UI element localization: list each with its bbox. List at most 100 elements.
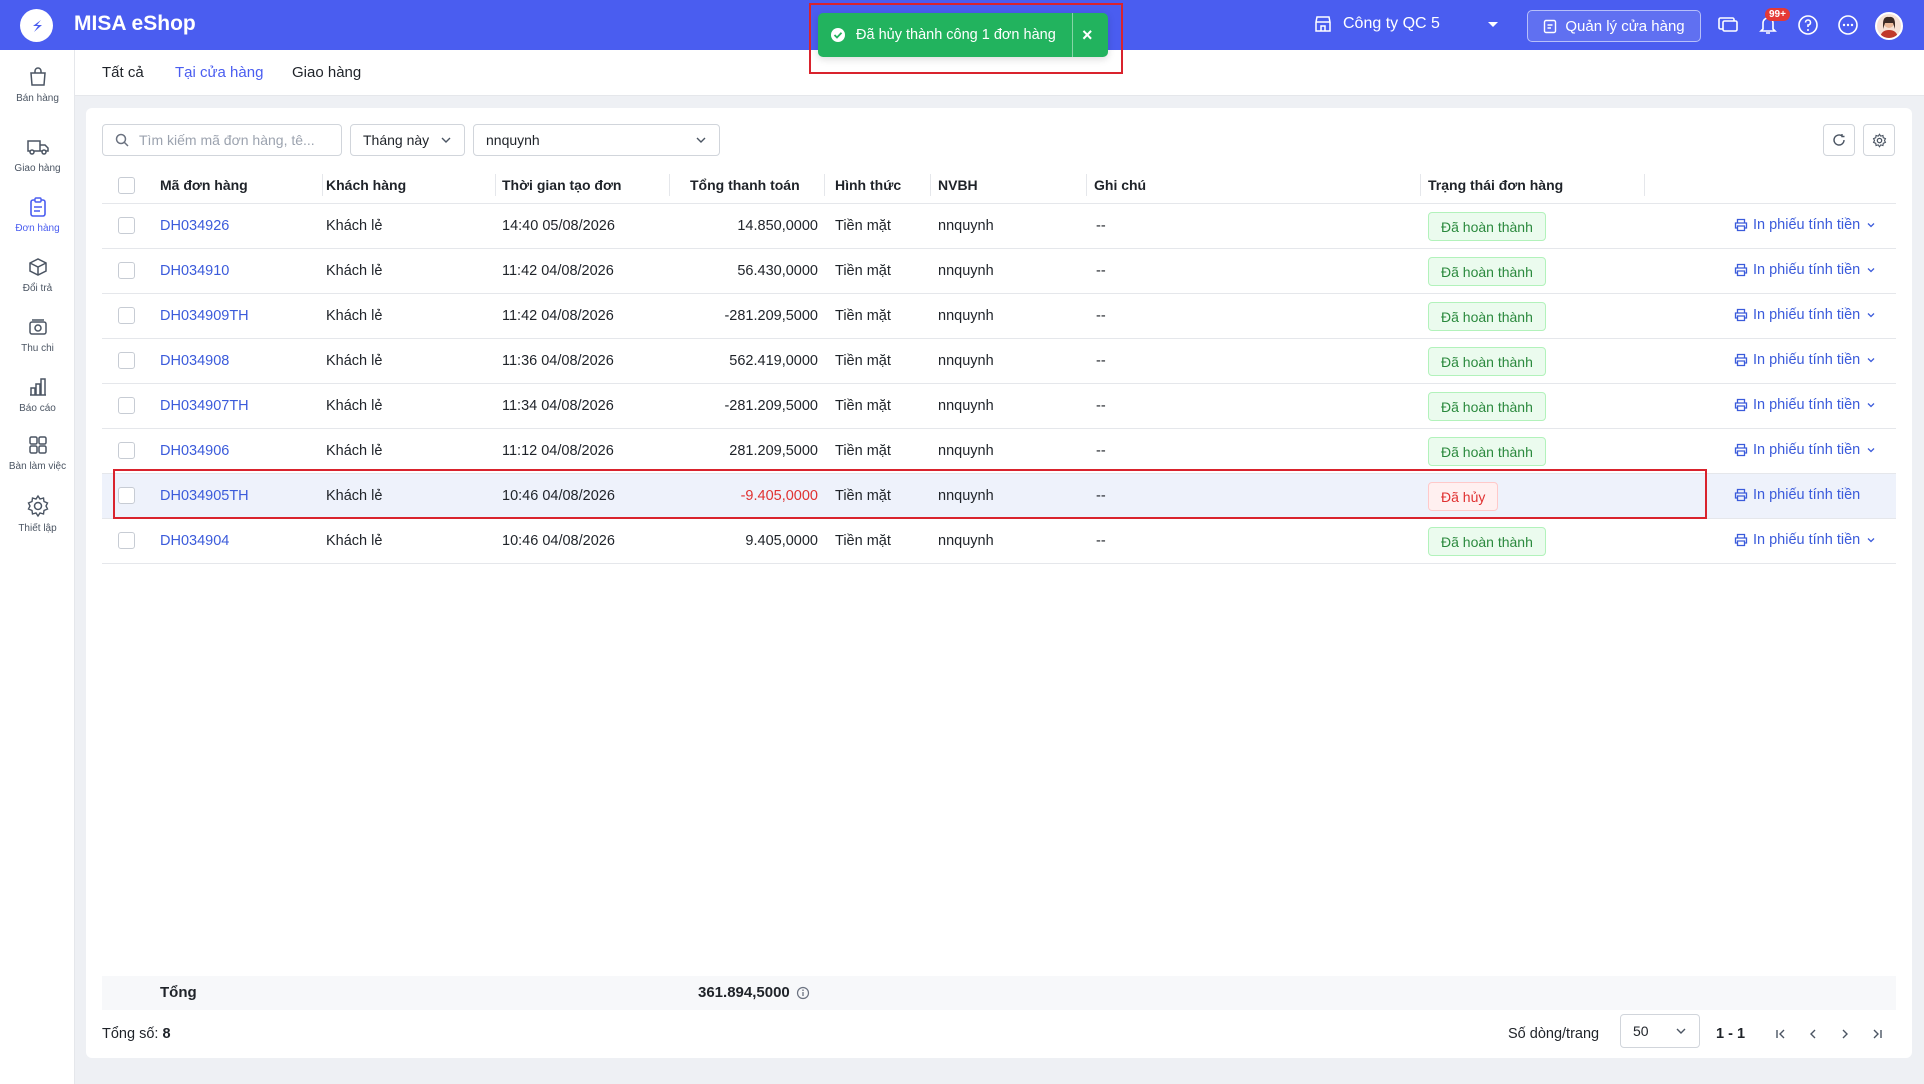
search-input[interactable] — [139, 132, 329, 148]
order-code-link[interactable]: DH034910 — [160, 263, 229, 279]
store-selector[interactable]: Công ty QC 5 — [1313, 14, 1501, 34]
device-icon[interactable] — [1717, 14, 1739, 36]
chevron-down-icon — [696, 137, 706, 143]
time-cell: 14:40 05/08/2026 — [502, 218, 615, 234]
column-header[interactable]: Mã đơn hàng — [160, 177, 248, 193]
prev-page-icon[interactable] — [1806, 1027, 1820, 1041]
row-checkbox[interactable] — [118, 262, 135, 279]
first-page-icon[interactable] — [1774, 1027, 1788, 1041]
time-cell: 10:46 04/08/2026 — [502, 488, 615, 504]
tab-in-store[interactable]: Tại cửa hàng — [175, 64, 263, 81]
order-code-link[interactable]: DH034909TH — [160, 308, 249, 324]
period-select[interactable]: Tháng này — [350, 124, 465, 156]
print-receipt-button[interactable]: In phiếu tính tiền — [1734, 307, 1877, 323]
column-divider — [930, 174, 931, 196]
table-row[interactable]: DH034906 Khách lẻ 11:12 04/08/2026 281.2… — [102, 429, 1896, 474]
customer-cell: Khách lẻ — [326, 443, 383, 459]
select-all-checkbox[interactable] — [118, 177, 135, 194]
sidebar-item-reports[interactable]: Báo cáo — [0, 376, 75, 414]
chevron-down-icon[interactable] — [1865, 399, 1877, 411]
print-receipt-button[interactable]: In phiếu tính tiền — [1734, 262, 1877, 278]
total-cell: 9.405,0000 — [745, 533, 818, 549]
print-receipt-button[interactable]: In phiếu tính tiền — [1734, 217, 1877, 233]
column-header[interactable]: Trạng thái đơn hàng — [1428, 177, 1563, 193]
table-row[interactable]: DH034907TH Khách lẻ 11:34 04/08/2026 -28… — [102, 384, 1896, 429]
chevron-down-icon[interactable] — [1865, 444, 1877, 456]
sidebar-item-orders[interactable]: Đơn hàng — [0, 196, 75, 234]
customer-cell: Khách lẻ — [326, 308, 383, 324]
printer-icon — [1734, 218, 1748, 232]
refresh-button[interactable] — [1823, 124, 1855, 156]
column-header[interactable]: Khách hàng — [326, 177, 406, 193]
rows-per-page-select[interactable]: 50 — [1620, 1014, 1700, 1048]
table-row[interactable]: DH034908 Khách lẻ 11:36 04/08/2026 562.4… — [102, 339, 1896, 384]
order-code-link[interactable]: DH034906 — [160, 443, 229, 459]
more-icon[interactable] — [1837, 14, 1859, 36]
sidebar-item-label: Đổi trả — [22, 283, 53, 294]
table-row[interactable]: DH034904 Khách lẻ 10:46 04/08/2026 9.405… — [102, 519, 1896, 564]
tab-all[interactable]: Tất cả — [102, 64, 144, 81]
last-page-icon[interactable] — [1870, 1027, 1884, 1041]
column-divider — [669, 174, 670, 196]
employee-select[interactable]: nnquynh — [473, 124, 720, 156]
chevron-down-icon[interactable] — [1865, 534, 1877, 546]
chevron-down-icon[interactable] — [1865, 354, 1877, 366]
sidebar-item-sales[interactable]: Bán hàng — [0, 66, 75, 104]
sidebar-item-delivery[interactable]: Giao hàng — [0, 136, 75, 174]
order-code-link[interactable]: DH034926 — [160, 218, 229, 234]
print-receipt-button[interactable]: In phiếu tính tiền — [1734, 442, 1877, 458]
shopping-bag-icon — [29, 67, 46, 86]
print-receipt-button[interactable]: In phiếu tính tiền — [1734, 397, 1877, 413]
order-code-link[interactable]: DH034905TH — [160, 488, 249, 504]
avatar-icon — [1880, 16, 1898, 38]
info-icon[interactable] — [796, 986, 810, 1000]
order-code-link[interactable]: DH034904 — [160, 533, 229, 549]
time-cell: 11:12 04/08/2026 — [502, 443, 614, 459]
staff-cell: nnquynh — [938, 353, 994, 369]
print-receipt-button[interactable]: In phiếu tính tiền — [1734, 532, 1877, 548]
row-checkbox[interactable] — [118, 397, 135, 414]
row-checkbox[interactable] — [118, 487, 135, 504]
table-row[interactable]: DH034909TH Khách lẻ 11:42 04/08/2026 -28… — [102, 294, 1896, 339]
toast-message: Đã hủy thành công 1 đơn hàng — [856, 27, 1056, 43]
order-code-link[interactable]: DH034908 — [160, 353, 229, 369]
user-avatar[interactable] — [1875, 12, 1903, 40]
sidebar-item-workspace[interactable]: Bàn làm việc — [0, 434, 75, 472]
print-receipt-button[interactable]: In phiếu tính tiền — [1734, 487, 1860, 503]
sidebar-item-cashflow[interactable]: Thu chi — [0, 316, 75, 354]
grid-icon — [28, 436, 47, 454]
next-page-icon[interactable] — [1838, 1027, 1852, 1041]
column-header[interactable]: NVBH — [938, 177, 978, 193]
table-row[interactable]: DH034905TH Khách lẻ 10:46 04/08/2026 -9.… — [102, 474, 1896, 519]
row-checkbox[interactable] — [118, 532, 135, 549]
column-header[interactable]: Ghi chú — [1094, 177, 1146, 193]
row-checkbox[interactable] — [118, 217, 135, 234]
total-cell: 562.419,0000 — [729, 353, 818, 369]
close-icon[interactable]: × — [1082, 25, 1093, 46]
column-header[interactable]: Tổng thanh toán — [690, 177, 800, 193]
row-checkbox[interactable] — [118, 307, 135, 324]
print-label: In phiếu tính tiền — [1753, 442, 1861, 458]
active-tab-indicator — [163, 43, 273, 46]
chevron-down-icon[interactable] — [1865, 264, 1877, 276]
tab-delivery[interactable]: Giao hàng — [292, 64, 361, 81]
chevron-down-icon[interactable] — [1865, 219, 1877, 231]
table-settings-button[interactable] — [1863, 124, 1895, 156]
table-row[interactable]: DH034910 Khách lẻ 11:42 04/08/2026 56.43… — [102, 249, 1896, 294]
app-logo[interactable] — [20, 9, 53, 42]
row-checkbox[interactable] — [118, 442, 135, 459]
order-code-link[interactable]: DH034907TH — [160, 398, 249, 414]
row-checkbox[interactable] — [118, 352, 135, 369]
cash-icon — [28, 319, 47, 335]
column-header[interactable]: Hình thức — [835, 177, 901, 193]
printer-icon — [1734, 398, 1748, 412]
sidebar-item-settings[interactable]: Thiết lập — [0, 494, 75, 534]
sidebar-item-returns[interactable]: Đổi trả — [0, 256, 75, 294]
table-row[interactable]: DH034926 Khách lẻ 14:40 05/08/2026 14.85… — [102, 204, 1896, 249]
manage-store-button[interactable]: Quản lý cửa hàng — [1527, 10, 1701, 42]
chevron-down-icon[interactable] — [1865, 309, 1877, 321]
help-icon[interactable] — [1797, 14, 1819, 36]
column-header[interactable]: Thời gian tạo đơn — [502, 177, 621, 193]
print-receipt-button[interactable]: In phiếu tính tiền — [1734, 352, 1877, 368]
search-box[interactable] — [102, 124, 342, 156]
